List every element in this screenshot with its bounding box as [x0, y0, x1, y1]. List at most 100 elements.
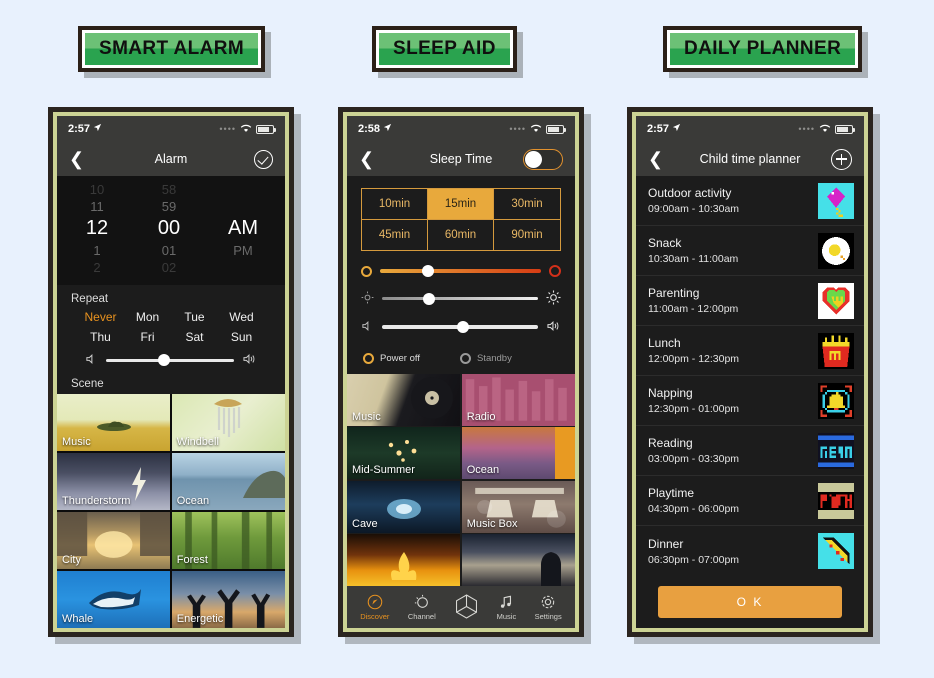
color-temperature-slider[interactable] — [361, 265, 561, 277]
minute-column[interactable]: 58 59 00 01 02 — [147, 181, 191, 276]
scene-tile-forest[interactable]: Forest — [171, 511, 285, 570]
check-circle-icon — [254, 149, 273, 169]
scene-tile-music[interactable]: Music — [57, 394, 171, 452]
list-item[interactable]: Snack 10:30am - 11:00am — [636, 226, 864, 276]
fries-icon — [818, 332, 854, 369]
day-option-thu[interactable]: Thu — [77, 330, 124, 344]
picker-item: 1 — [93, 243, 101, 258]
picker-item: 01 — [161, 243, 177, 258]
slider-knob[interactable] — [457, 321, 470, 333]
meridiem-column[interactable]: AM PM — [219, 181, 267, 276]
sound-tile-fire[interactable] — [347, 534, 461, 586]
wifi-icon — [240, 120, 252, 138]
list-item[interactable]: Playtime 04:30pm - 06:00pm — [636, 476, 864, 526]
day-option-sat[interactable]: Sat — [171, 330, 218, 344]
sound-tile-cave[interactable]: Cave — [347, 480, 461, 533]
day-option-never[interactable]: Never — [77, 310, 124, 324]
day-option-tue[interactable]: Tue — [171, 310, 218, 324]
picker-item: 58 — [161, 182, 177, 197]
item-time: 12:30pm - 01:00pm — [648, 403, 740, 415]
sound-tile-mid-summer[interactable]: Mid-Summer — [347, 427, 461, 480]
brightness-slider[interactable] — [361, 290, 561, 307]
scene-tile-energetic[interactable]: Energetic — [171, 570, 285, 628]
scene-tile-windbell[interactable]: Windbell — [171, 394, 285, 452]
nav-bar: ❮ Alarm — [57, 142, 285, 176]
brightness-track[interactable] — [382, 292, 538, 305]
hour-column[interactable]: 10 11 12 1 2 — [75, 181, 119, 276]
status-bar: 2:58 •••• — [347, 116, 575, 142]
phone-sleep-aid: 2:58 •••• ❮ Sleep Time 10min 15min 30min… — [338, 107, 584, 637]
list-item[interactable]: Napping 12:30pm - 01:00pm — [636, 376, 864, 426]
time-picker[interactable]: 10 11 12 1 2 58 59 00 01 02 AM PM — [57, 176, 285, 285]
radio-standby[interactable]: Standby — [459, 353, 512, 364]
tab-discover[interactable]: Discover — [360, 593, 389, 621]
tab-music[interactable]: Music — [497, 593, 516, 621]
tab-home[interactable] — [454, 593, 478, 620]
day-option-wed[interactable]: Wed — [218, 310, 265, 324]
color-temperature-track[interactable] — [380, 265, 541, 277]
list-item[interactable]: Parenting 11:00am - 12:00pm — [636, 276, 864, 326]
sleep-toggle[interactable] — [523, 148, 563, 170]
item-title: Reading — [648, 436, 693, 450]
ok-button[interactable]: O K — [658, 586, 842, 618]
list-item[interactable]: Dinner 06:30pm - 07:00pm — [636, 526, 864, 576]
status-time: 2:57 — [647, 123, 670, 135]
chevron-left-icon[interactable]: ❮ — [359, 150, 374, 168]
duration-grid: 10min 15min 30min 45min 60min 90min — [361, 188, 561, 251]
item-time: 06:30pm - 07:00pm — [648, 553, 740, 566]
gear-icon — [540, 593, 557, 610]
duration-option-15min[interactable]: 15min — [428, 189, 494, 220]
signal-dots-icon: •••• — [219, 124, 236, 134]
sound-tile-ocean[interactable]: Ocean — [461, 427, 575, 480]
hexagon-icon — [454, 593, 478, 619]
slider-knob[interactable] — [422, 265, 435, 277]
duration-option-60min[interactable]: 60min — [428, 220, 494, 250]
list-item[interactable]: Reading 03:00pm - 03:30pm — [636, 426, 864, 476]
list-item[interactable]: Outdoor activity 09:00am - 10:30am — [636, 176, 864, 226]
chevron-left-icon[interactable]: ❮ — [648, 150, 663, 168]
sleep-volume-slider[interactable] — [361, 320, 561, 334]
item-time: 12:00pm - 12:30pm — [648, 353, 740, 365]
volume-low-icon — [361, 320, 374, 334]
tile-caption: Mid-Summer — [352, 464, 415, 477]
repeat-section: Repeat Never Mon Tue Wed Thu Fri Sat Sun — [57, 285, 285, 376]
duration-option-45min[interactable]: 45min — [362, 220, 428, 250]
sound-tile-music[interactable]: Music — [347, 374, 461, 426]
item-title: Parenting — [648, 286, 700, 300]
duration-option-90min[interactable]: 90min — [494, 220, 560, 250]
sound-tile-radio[interactable]: Radio — [461, 374, 575, 426]
sleep-volume-track[interactable] — [382, 321, 538, 333]
list-item[interactable]: Lunch 12:00pm - 12:30pm — [636, 326, 864, 376]
picker-item: 2 — [93, 260, 101, 275]
day-option-sun[interactable]: Sun — [218, 330, 265, 344]
battery-icon — [835, 124, 855, 134]
scene-tile-thunderstorm[interactable]: Thunderstorm — [57, 452, 171, 511]
picker-item: 02 — [161, 260, 177, 275]
day-selector[interactable]: Never Mon Tue Wed Thu Fri Sat Sun — [71, 310, 271, 344]
add-item-button[interactable] — [831, 148, 852, 170]
scene-tile-whale[interactable]: Whale — [57, 570, 171, 628]
slider-knob[interactable] — [422, 292, 435, 305]
sound-tile-music-box[interactable]: Music Box — [461, 480, 575, 533]
sun-icon — [413, 593, 430, 610]
day-option-fri[interactable]: Fri — [124, 330, 171, 344]
confirm-button[interactable] — [254, 149, 273, 169]
item-title: Outdoor activity — [648, 186, 732, 200]
duration-option-10min[interactable]: 10min — [362, 189, 428, 220]
radio-power-off[interactable]: Power off — [363, 353, 420, 364]
phone-daily-planner: 2:57 •••• ❮ Child time planner Outdoor a… — [627, 107, 873, 637]
volume-knob[interactable] — [157, 354, 170, 366]
chevron-left-icon[interactable]: ❮ — [69, 150, 84, 168]
badge-daily-planner: DAILY PLANNER — [663, 26, 863, 72]
scene-tile-ocean[interactable]: Ocean — [171, 452, 285, 511]
sound-tile-sunset[interactable] — [461, 534, 575, 586]
radio-button-icon — [459, 353, 471, 364]
volume-track[interactable] — [106, 354, 234, 366]
volume-high-icon — [546, 320, 561, 334]
duration-option-30min[interactable]: 30min — [494, 189, 560, 220]
day-option-mon[interactable]: Mon — [124, 310, 171, 324]
scene-tile-city[interactable]: City — [57, 511, 171, 570]
tab-settings[interactable]: Settings — [535, 593, 562, 621]
volume-slider[interactable] — [71, 344, 271, 372]
tab-channel[interactable]: Channel — [408, 593, 436, 621]
